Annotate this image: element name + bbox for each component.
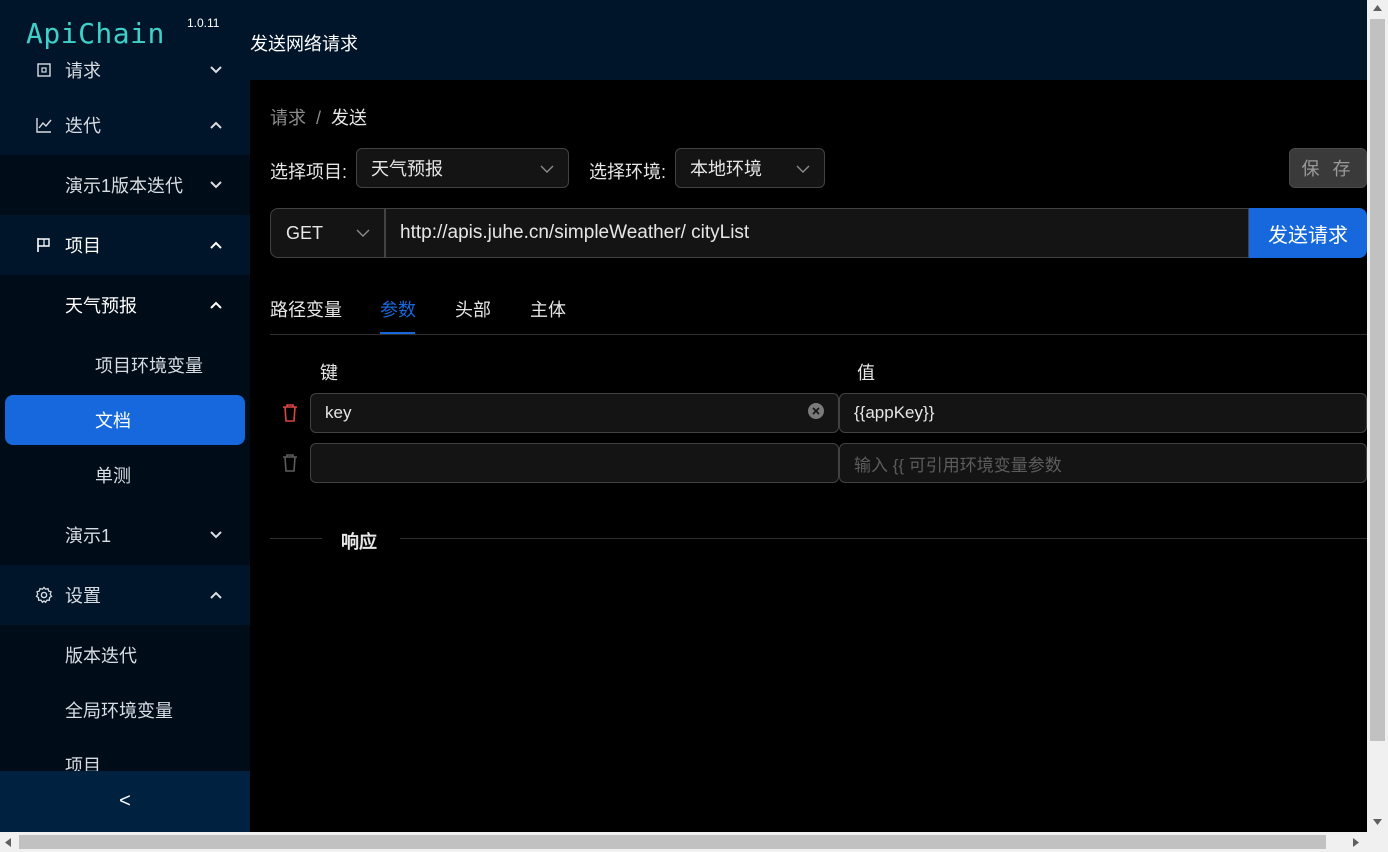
page-title: 发送网络请求 <box>250 34 358 54</box>
breadcrumb-separator: / <box>316 108 322 128</box>
request-tabs: 路径变量 参数 头部 主体 <box>270 286 1367 335</box>
sidebar-item-weather[interactable]: 天气预报 <box>0 275 250 335</box>
response-divider <box>270 538 322 539</box>
sidebar-item-unit-test[interactable]: 单测 <box>0 445 250 505</box>
params-value-header: 值 <box>857 363 875 383</box>
sidebar-collapse-button[interactable]: < <box>0 771 250 832</box>
chart-line-icon <box>35 116 53 134</box>
main-content: 请求 / 发送 选择项目: 天气预报 选择环境: 本地环境 保 存 GET http… <box>250 80 1367 832</box>
scroll-left-icon[interactable] <box>4 837 12 848</box>
breadcrumb: 请求 / 发送 <box>270 104 367 130</box>
url-input[interactable]: http://apis.juhe.cn/simpleWeather/ cityL… <box>385 208 1249 258</box>
chevron-down-icon <box>796 165 810 173</box>
app-version: 1.0.11 <box>187 16 220 30</box>
sidebar-item-label: 演示1 <box>65 526 112 546</box>
flag-icon <box>35 236 53 254</box>
param-value-input[interactable]: 输入 {{ 可引用环境变量参数 <box>839 443 1367 483</box>
chevron-down-icon <box>210 531 222 539</box>
trash-icon[interactable] <box>281 453 299 473</box>
sidebar-item-project[interactable]: 项目 <box>0 215 250 275</box>
chevron-up-icon <box>210 241 222 249</box>
sidebar-item-label: 项目 <box>65 236 101 256</box>
chevron-down-icon <box>210 181 222 189</box>
save-button[interactable]: 保 存 <box>1289 148 1367 188</box>
sidebar-item-label: 演示1版本迭代 <box>65 176 184 196</box>
tab-path-variables[interactable]: 路径变量 <box>270 296 342 322</box>
sidebar-item-iteration[interactable]: 迭代 <box>0 95 250 155</box>
scroll-right-icon[interactable] <box>1352 837 1360 848</box>
sidebar-item-docs[interactable]: 文档 <box>5 395 245 445</box>
sidebar-item-request[interactable]: 请求 <box>0 40 250 100</box>
param-key-input[interactable]: key <box>310 393 839 433</box>
project-select-value: 天气预报 <box>371 159 443 179</box>
sidebar-item-project-env[interactable]: 项目环境变量 <box>0 335 250 395</box>
scroll-up-icon[interactable] <box>1372 4 1383 12</box>
response-label: 响应 <box>341 532 377 552</box>
sidebar-item-label: 设置 <box>65 586 101 606</box>
active-tab-indicator <box>380 332 415 334</box>
param-key-input[interactable] <box>310 443 839 483</box>
param-value-placeholder: 输入 {{ 可引用环境变量参数 <box>854 455 1062 475</box>
chevron-up-icon <box>210 301 222 309</box>
params-key-header: 键 <box>320 363 338 383</box>
chevron-up-icon <box>210 591 222 599</box>
chevron-down-icon <box>356 229 370 237</box>
sidebar-item-label: 请求 <box>65 61 101 81</box>
chevron-left-icon: < <box>119 790 131 812</box>
breadcrumb-current: 发送 <box>331 108 368 128</box>
vertical-scrollbar-thumb[interactable] <box>1370 19 1385 741</box>
scroll-down-icon[interactable] <box>1372 818 1383 826</box>
sidebar-item-global-env[interactable]: 全局环境变量 <box>0 680 250 740</box>
env-select[interactable]: 本地环境 <box>675 148 825 188</box>
env-select-value: 本地环境 <box>690 159 762 179</box>
sidebar-item-version-iteration[interactable]: 版本迭代 <box>0 625 250 685</box>
param-key-value: key <box>325 403 352 422</box>
tab-headers[interactable]: 头部 <box>455 296 491 322</box>
chevron-up-icon <box>210 121 222 129</box>
clear-icon[interactable] <box>808 403 824 419</box>
gear-icon <box>35 586 53 604</box>
sidebar-item-label: 文档 <box>95 411 131 431</box>
top-header: 发送网络请求 <box>250 0 1367 80</box>
breadcrumb-parent[interactable]: 请求 <box>270 108 306 128</box>
send-request-button[interactable]: 发送请求 <box>1249 208 1367 258</box>
tab-body[interactable]: 主体 <box>530 296 566 322</box>
param-value-input[interactable]: {{appKey}} <box>839 393 1367 433</box>
sidebar-item-settings[interactable]: 设置 <box>0 565 250 625</box>
chevron-down-icon <box>210 66 222 74</box>
sidebar-item-demo1[interactable]: 演示1 <box>0 505 250 565</box>
param-value-value: {{appKey}} <box>854 403 935 422</box>
trash-icon[interactable] <box>281 403 299 423</box>
response-divider <box>400 538 1367 539</box>
project-select[interactable]: 天气预报 <box>356 148 569 188</box>
sidebar-item-label: 版本迭代 <box>65 646 137 666</box>
sidebar-item-label: 全局环境变量 <box>65 701 173 721</box>
sidebar-item-label: 迭代 <box>65 116 101 136</box>
url-value: http://apis.juhe.cn/simpleWeather/ cityL… <box>400 222 750 243</box>
sidebar-item-label: 单测 <box>95 466 131 486</box>
sidebar: ApiChain 1.0.11 请求 迭代 演示1版本迭代 项目 天气预报 项目… <box>0 0 250 832</box>
horizontal-scrollbar-thumb[interactable] <box>19 835 1326 849</box>
method-value: GET <box>286 222 324 243</box>
chevron-down-icon <box>540 165 554 173</box>
app-window: ApiChain 1.0.11 请求 迭代 演示1版本迭代 项目 天气预报 项目… <box>0 0 1388 852</box>
request-icon <box>35 61 53 79</box>
method-select[interactable]: GET <box>270 208 385 258</box>
sidebar-item-label: 项目环境变量 <box>95 356 203 376</box>
sidebar-item-demo-iteration[interactable]: 演示1版本迭代 <box>0 155 250 215</box>
env-select-label: 选择环境: <box>589 162 667 182</box>
project-select-label: 选择项目: <box>270 162 348 182</box>
tab-params[interactable]: 参数 <box>380 296 416 322</box>
sidebar-item-label: 天气预报 <box>65 296 137 316</box>
